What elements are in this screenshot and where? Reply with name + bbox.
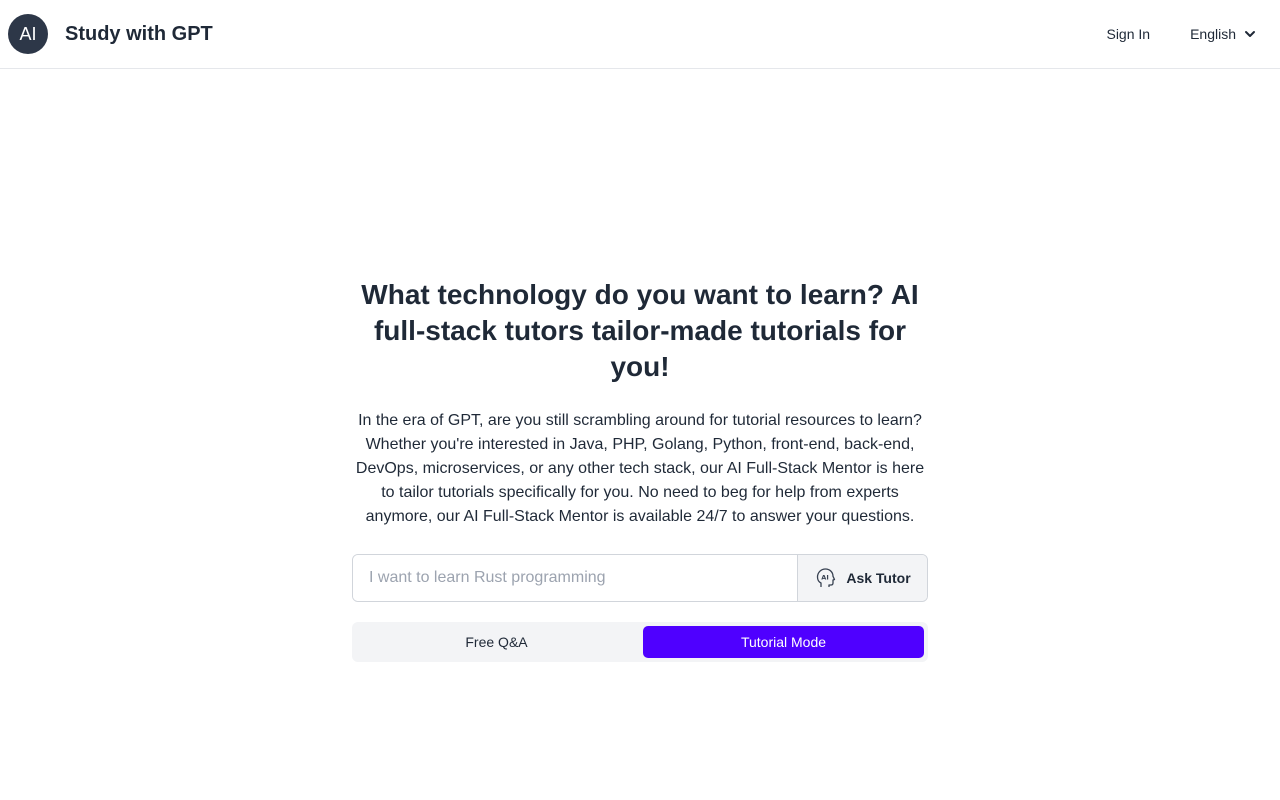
topic-input[interactable] (353, 555, 797, 601)
mode-toggle: Free Q&A Tutorial Mode (352, 622, 928, 662)
mode-free-qa[interactable]: Free Q&A (356, 626, 637, 658)
mode-tutorial[interactable]: Tutorial Mode (643, 626, 924, 658)
ask-form: AI Ask Tutor (352, 554, 928, 602)
ai-head-icon: AI (817, 568, 836, 587)
hero-heading: What technology do you want to learn? AI… (361, 279, 919, 382)
logo[interactable]: AI (8, 14, 48, 54)
sign-in-link[interactable]: Sign In (1106, 22, 1150, 46)
language-label: English (1190, 26, 1236, 42)
chevron-down-icon (1245, 31, 1255, 37)
svg-text:AI: AI (822, 574, 829, 582)
language-selector[interactable]: English (1190, 22, 1256, 46)
header-nav: Sign In English (1106, 0, 1272, 68)
top-header: AI Study with GPT Sign In English (0, 0, 1280, 69)
hero-section: What technology do you want to learn? AI… (352, 277, 928, 662)
ask-tutor-button[interactable]: AI Ask Tutor (797, 555, 927, 601)
hero-description: In the era of GPT, are you still scrambl… (355, 412, 925, 525)
site-title[interactable]: Study with GPT (65, 23, 213, 46)
ask-tutor-label: Ask Tutor (846, 570, 911, 586)
brand: AI Study with GPT (8, 14, 213, 54)
